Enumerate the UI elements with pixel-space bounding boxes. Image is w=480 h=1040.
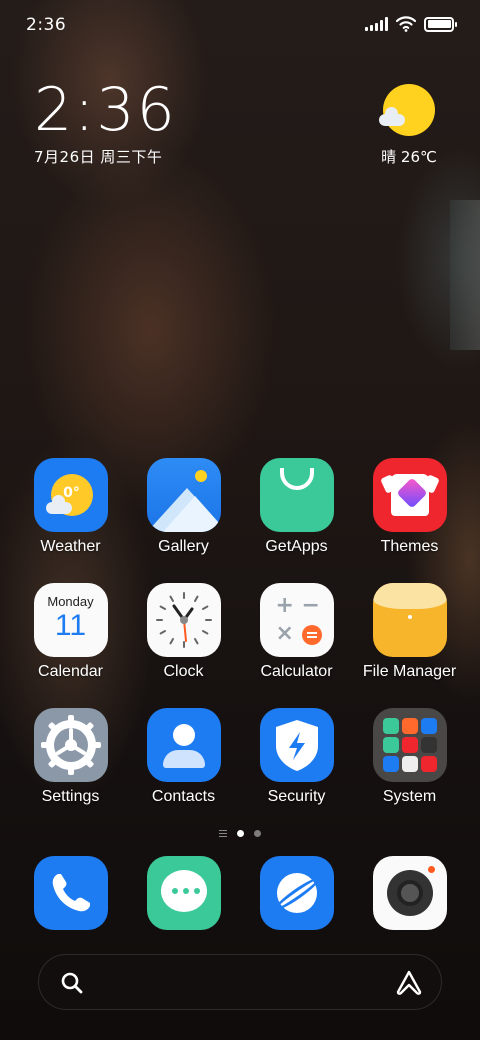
weather-widget[interactable]: 晴 26℃ — [374, 84, 444, 167]
sunny-cloud-icon — [379, 84, 435, 136]
dock-browser[interactable] — [240, 856, 353, 930]
camera-icon — [372, 856, 447, 930]
app-label: Settings — [41, 788, 100, 805]
app-weather[interactable]: 0° Weather — [14, 458, 127, 583]
system-folder-icon — [372, 708, 447, 782]
app-label: Security — [267, 788, 326, 805]
shield-icon — [259, 708, 334, 782]
app-label: Weather — [40, 538, 101, 555]
app-calculator[interactable]: + − × Calculator — [240, 583, 353, 708]
app-security[interactable]: Security — [240, 708, 353, 833]
message-bubble-icon — [146, 856, 221, 930]
app-label: System — [382, 788, 437, 805]
page-indicator[interactable] — [0, 830, 480, 837]
app-file-manager[interactable]: File Manager — [353, 583, 466, 708]
search-icon — [61, 972, 83, 994]
app-label: File Manager — [362, 663, 457, 680]
battery-icon — [424, 16, 457, 32]
dock-messages[interactable] — [127, 856, 240, 930]
page-dot-active — [237, 830, 244, 837]
dock — [14, 856, 466, 930]
app-getapps[interactable]: GetApps — [240, 458, 353, 583]
app-drawer-lines-icon — [219, 830, 227, 837]
app-label: Contacts — [151, 788, 216, 805]
app-contacts[interactable]: Contacts — [127, 708, 240, 833]
clock-widget-date: 7月26日 周三下午 — [34, 148, 163, 166]
app-label: Gallery — [158, 538, 209, 555]
app-label: Calendar — [38, 663, 103, 680]
status-bar: 2:36 — [0, 0, 480, 52]
person-icon — [146, 708, 221, 782]
gear-icon — [33, 708, 108, 782]
weather-widget-text: 晴 26℃ — [381, 148, 437, 166]
calendar-icon: Monday 11 — [33, 583, 108, 657]
app-label: GetApps — [265, 538, 328, 555]
gallery-icon — [146, 458, 221, 532]
calculator-icon: + − × — [259, 583, 334, 657]
app-gallery[interactable]: Gallery — [127, 458, 240, 583]
clock-icon — [146, 583, 221, 657]
shirt-brush-icon — [372, 458, 447, 532]
app-row: Monday 11 Calendar Clock + − × Calculato… — [14, 583, 466, 708]
dock-camera[interactable] — [353, 856, 466, 930]
browser-planet-icon — [259, 856, 334, 930]
page-dot — [254, 830, 261, 837]
shopping-bag-icon — [259, 458, 334, 532]
dock-phone[interactable] — [14, 856, 127, 930]
app-label: Clock — [163, 663, 204, 680]
phone-icon — [33, 856, 108, 930]
folder-icon — [372, 583, 447, 657]
app-settings[interactable]: Settings — [14, 708, 127, 833]
app-calendar[interactable]: Monday 11 Calendar — [14, 583, 127, 708]
wifi-icon — [396, 16, 416, 32]
clock-widget-time: 2:36 — [34, 75, 177, 145]
app-label: Calculator — [260, 663, 333, 680]
app-row: Settings Contacts Security System — [14, 708, 466, 833]
search-bar[interactable] — [38, 954, 442, 1010]
app-label: Themes — [380, 538, 439, 555]
signal-icon — [365, 17, 388, 31]
app-row: 0° Weather Gallery GetApps Themes — [14, 458, 466, 583]
app-grid: 0° Weather Gallery GetApps Themes Monday… — [14, 458, 466, 833]
assistant-icon[interactable] — [395, 969, 423, 997]
app-themes[interactable]: Themes — [353, 458, 466, 583]
app-clock[interactable]: Clock — [127, 583, 240, 708]
status-icons — [365, 16, 457, 32]
status-time: 2:36 — [26, 15, 67, 35]
weather-icon: 0° — [33, 458, 108, 532]
app-system-folder[interactable]: System — [353, 708, 466, 833]
clock-widget[interactable]: 2:36 7月26日 周三下午 — [34, 78, 177, 167]
